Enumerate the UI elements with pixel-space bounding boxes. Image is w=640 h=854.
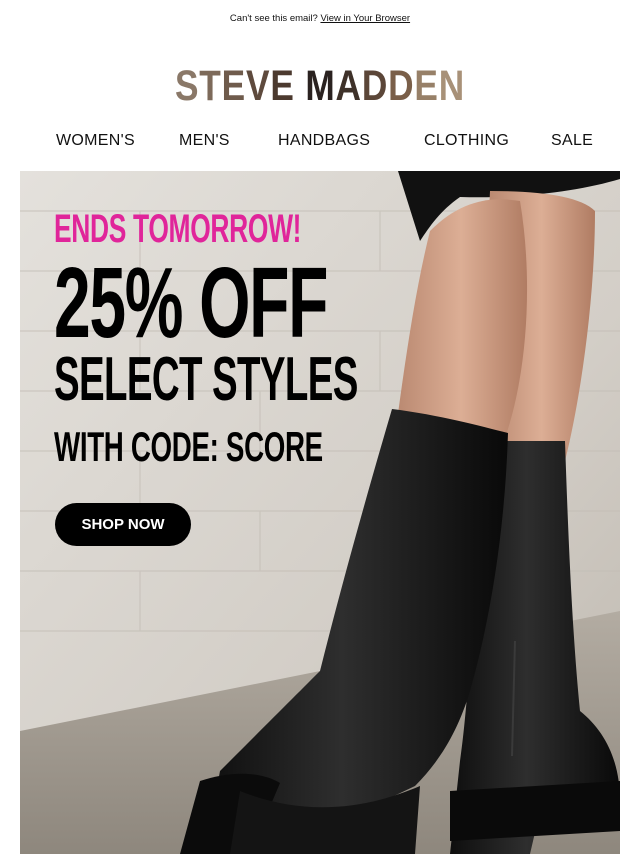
hero-eyebrow: ENDS TOMORROW!	[54, 207, 302, 251]
nav-item-womens[interactable]: WOMEN'S	[56, 132, 135, 150]
logo-letter: V	[246, 62, 271, 110]
nav-item-sale[interactable]: SALE	[551, 132, 593, 150]
preheader: Can't see this email? View in Your Brows…	[0, 13, 640, 24]
hero-headline: 25% OFF	[54, 247, 328, 359]
logo-letter: D	[361, 62, 389, 110]
hero-subhead: SELECT STYLES	[54, 345, 358, 414]
logo-letter: D	[388, 62, 415, 110]
logo-letter: E	[221, 62, 247, 110]
view-in-browser-link[interactable]: View in Your Browser	[320, 13, 410, 24]
shop-now-button[interactable]: SHOP NOW	[55, 503, 191, 546]
logo-letter: M	[305, 62, 336, 110]
nav-item-mens[interactable]: MEN'S	[179, 132, 230, 150]
nav-item-handbags[interactable]: HANDBAGS	[278, 132, 370, 150]
main-nav: WOMEN'S MEN'S HANDBAGS CLOTHING SALE	[0, 132, 640, 154]
preheader-text: Can't see this email?	[229, 13, 318, 24]
steve-madden-logo[interactable]: STEVE MADDEN	[58, 60, 583, 112]
hero-banner[interactable]: ENDS TOMORROW! 25% OFF SELECT STYLES WIT…	[20, 171, 620, 854]
logo-letter: E	[414, 62, 439, 110]
logo-letter: E	[270, 62, 295, 110]
nav-item-clothing[interactable]: CLOTHING	[424, 132, 509, 150]
logo-letter	[295, 60, 306, 112]
logo-letter: A	[335, 62, 362, 110]
logo-letter: T	[199, 62, 222, 110]
logo-letter: S	[174, 62, 200, 110]
hero-code-line: WITH CODE: SCORE	[54, 423, 323, 470]
logo-letter: N	[438, 62, 466, 110]
